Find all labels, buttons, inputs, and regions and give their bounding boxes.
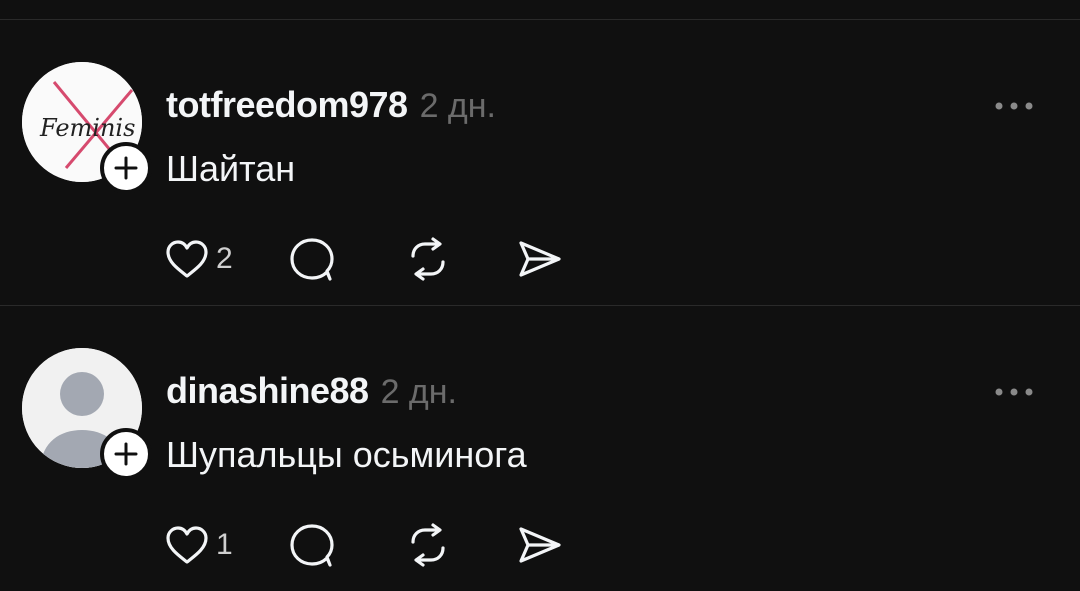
heart-icon: [166, 526, 208, 564]
share-button[interactable]: [515, 234, 565, 284]
action-bar: 2: [164, 234, 565, 284]
send-icon: [519, 241, 561, 277]
follow-button[interactable]: [100, 428, 152, 480]
comment-icon: [290, 238, 334, 281]
repost-icon: [411, 523, 445, 567]
more-icon[interactable]: [994, 100, 1034, 112]
share-button[interactable]: [515, 520, 565, 570]
follow-button[interactable]: [100, 142, 152, 194]
timestamp: 2 дн.: [419, 87, 496, 125]
heart-icon: [166, 240, 208, 278]
plus-icon: [114, 156, 138, 180]
like-count: 1: [216, 528, 233, 561]
like-button[interactable]: 2: [164, 234, 233, 284]
repost-button[interactable]: [403, 234, 453, 284]
avatar-logo-text: Feminis: [39, 114, 135, 142]
send-icon: [519, 527, 561, 563]
post-text: Шайтан: [166, 148, 296, 189]
post-text: Шупальцы осьминога: [166, 434, 527, 475]
like-button[interactable]: 1: [164, 520, 233, 570]
post-header: dinashine88 2 дн.: [166, 370, 457, 414]
post-item[interactable]: Feminis totfreedom978 2 дн. Шайтан 2: [0, 20, 1080, 305]
post-header: totfreedom978 2 дн.: [166, 84, 496, 128]
username[interactable]: dinashine88: [166, 370, 369, 412]
repost-button[interactable]: [403, 520, 453, 570]
action-bar: 1: [164, 520, 565, 570]
like-count: 2: [216, 242, 233, 275]
username[interactable]: totfreedom978: [166, 84, 408, 126]
post-item[interactable]: dinashine88 2 дн. Шупальцы осьминога 1: [0, 306, 1080, 591]
more-icon[interactable]: [994, 386, 1034, 398]
comment-icon: [290, 524, 334, 567]
reply-button[interactable]: [287, 520, 337, 570]
avatar-container[interactable]: [22, 348, 152, 480]
avatar-container[interactable]: Feminis: [22, 62, 152, 194]
timestamp: 2 дн.: [380, 373, 457, 411]
reply-button[interactable]: [287, 234, 337, 284]
plus-icon: [114, 442, 138, 466]
repost-icon: [411, 237, 445, 281]
